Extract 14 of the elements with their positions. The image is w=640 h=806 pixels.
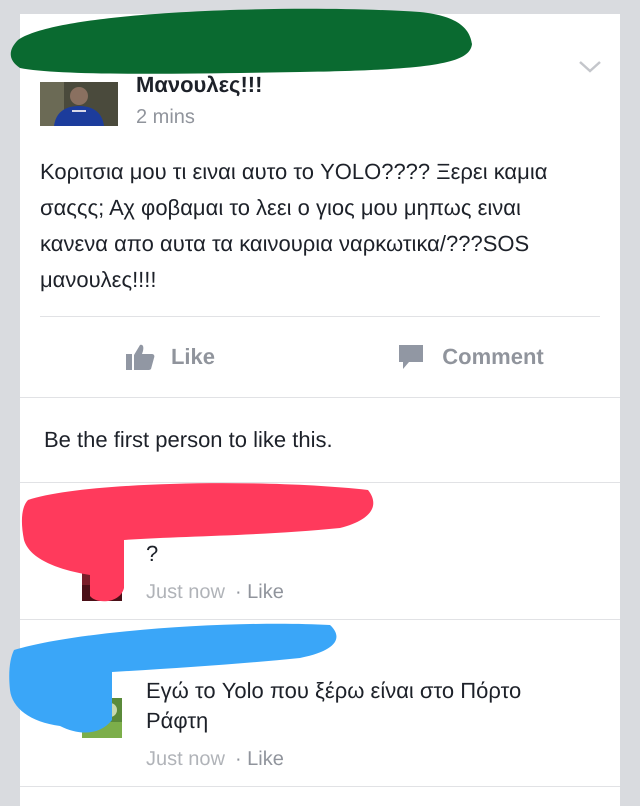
like-button[interactable]: Like	[20, 343, 320, 371]
thumbs-up-icon	[124, 343, 155, 371]
post-time: 2 mins	[136, 105, 196, 130]
likes-summary: Be the first person to like this.	[43, 426, 334, 454]
comment-text: Εγώ το Yolo που ξέρω είναι στο Πόρτο Ράφτη	[146, 677, 522, 735]
chevron-icon[interactable]	[578, 60, 602, 74]
like-link[interactable]: · Like	[234, 748, 284, 770]
comment-time: Just now	[146, 748, 225, 770]
like-link[interactable]: · Like	[234, 581, 284, 603]
comment-time: Just now	[146, 581, 225, 603]
comment-button[interactable]: Comment	[320, 343, 620, 371]
author-name[interactable]: Μανουλες!!!	[136, 70, 262, 100]
comment-text: ?	[146, 540, 160, 568]
post-text: Κοριτσια μου τι ειναι αυτο το YOLO???? Ξερει καμια σαςςς; Αχ φοβαμαι το λεει ο γιος μου μηπως ειναι κανενα απο αυτα τα καινουρια ναρκωτικα/???SOS μανουλες!!!!	[40, 158, 548, 294]
